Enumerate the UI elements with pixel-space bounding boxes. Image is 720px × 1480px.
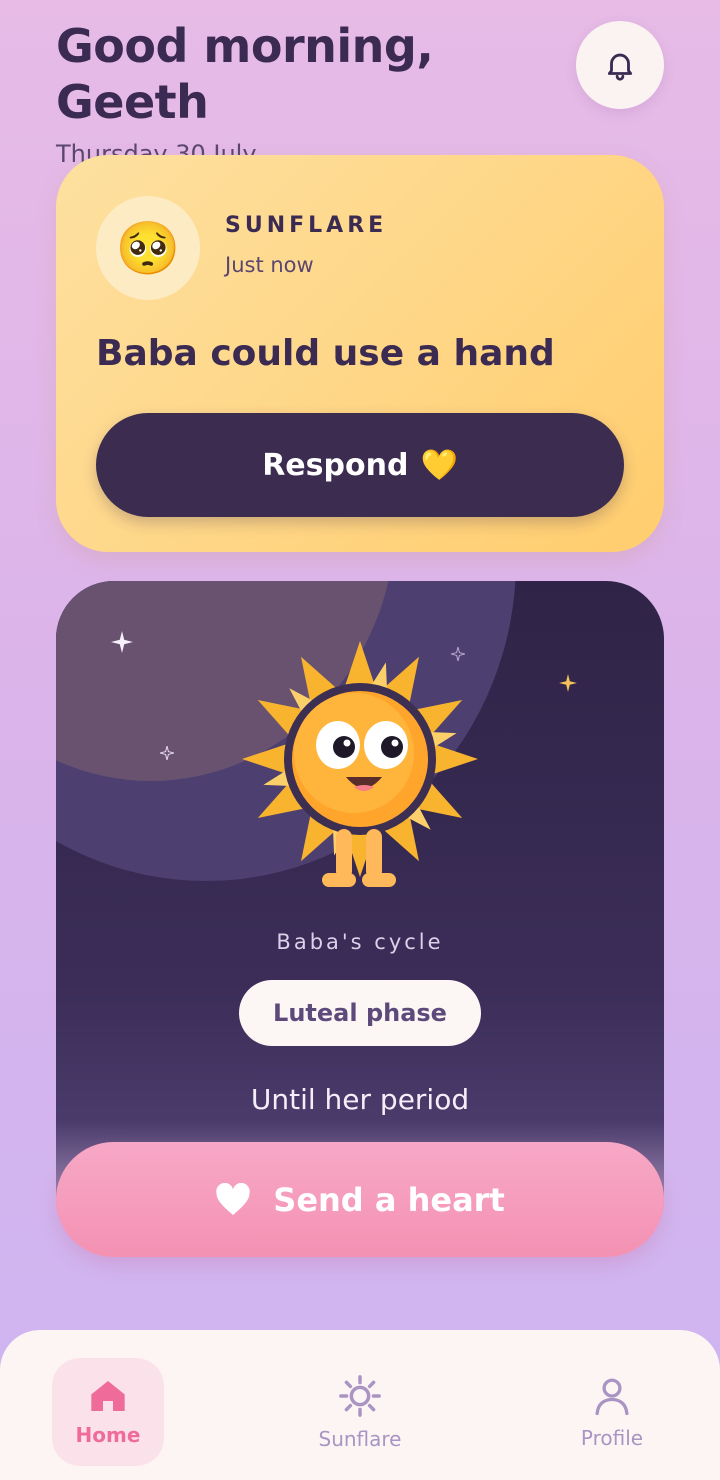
pleading-face-icon: 🥺: [96, 196, 200, 300]
nav-home[interactable]: Home: [52, 1358, 164, 1466]
alert-time: Just now: [225, 253, 314, 277]
sun-icon: [339, 1375, 381, 1417]
alert-sender: SUNFLARE: [225, 213, 388, 238]
sparkle-icon: [160, 746, 174, 760]
home-icon: [91, 1381, 125, 1411]
respond-label: Respond: [262, 447, 409, 483]
person-icon: [595, 1378, 629, 1416]
nav-profile-label: Profile: [580, 1426, 644, 1450]
bottom-navigation: Home Sunflare Profile: [0, 1330, 720, 1480]
greeting-title: Good morning, Geeth: [56, 19, 434, 129]
nav-profile[interactable]: Profile: [556, 1358, 668, 1466]
nav-sunflare[interactable]: Sunflare: [304, 1358, 416, 1466]
yellow-heart-icon: 💛: [420, 447, 458, 483]
heart-icon: [216, 1182, 250, 1215]
phase-badge: Luteal phase: [239, 980, 481, 1046]
header: Good morning, Geeth Thursday 30 July: [56, 18, 576, 168]
bell-icon: [607, 53, 633, 81]
until-period-text: Until her period: [250, 1083, 470, 1116]
sun-mascot-illustration: [242, 641, 478, 887]
alert-message: Baba could use a hand: [96, 333, 555, 374]
cycle-label: Baba's cycle: [276, 930, 444, 954]
send-heart-label: Send a heart: [273, 1180, 505, 1219]
sparkle-icon: [559, 674, 577, 692]
sparkle-icon: [111, 631, 133, 653]
respond-button[interactable]: Respond 💛: [96, 413, 624, 517]
nav-sunflare-label: Sunflare: [318, 1427, 402, 1451]
send-heart-button[interactable]: Send a heart: [56, 1142, 664, 1257]
nav-home-label: Home: [75, 1423, 141, 1447]
sunflare-alert-card: 🥺 SUNFLARE Just now Baba could use a han…: [56, 155, 664, 552]
notifications-button[interactable]: [576, 21, 664, 109]
